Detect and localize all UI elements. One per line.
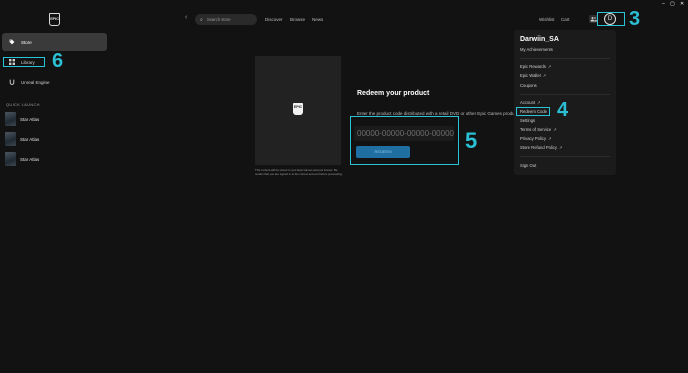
- art-caption: This content will be stored in your Epic…: [255, 168, 343, 176]
- terms-label: Terms of Service: [520, 127, 552, 132]
- search-icon: ⌕: [200, 16, 203, 23]
- maximize-icon[interactable]: ▢: [670, 1, 675, 7]
- tag-icon: [9, 39, 15, 45]
- quick-launch-label: Star Atlas: [20, 136, 40, 142]
- sign-out-link[interactable]: Sign Out: [520, 163, 536, 168]
- product-art: [255, 56, 341, 165]
- unreal-engine-icon: [9, 79, 15, 85]
- cart-link[interactable]: Cart: [561, 17, 570, 22]
- external-link-icon: ↗: [542, 73, 547, 78]
- annotation-4: 4: [557, 99, 569, 121]
- redeem-button[interactable]: REDEEM: [356, 146, 410, 158]
- game-thumbnail: [5, 152, 16, 166]
- sidebar-item-store[interactable]: Store: [2, 33, 107, 51]
- back-arrow-icon[interactable]: ‹: [185, 14, 187, 21]
- external-link-icon: ↗: [553, 127, 557, 132]
- quick-launch-item[interactable]: Star Atlas: [5, 112, 105, 126]
- annotation-6: 6: [52, 50, 64, 72]
- external-link-icon: ↗: [547, 64, 552, 69]
- annotation-5: 5: [465, 128, 478, 153]
- refund-label: Store Refund Policy: [520, 145, 558, 150]
- quick-launch-label: Star Atlas: [20, 156, 40, 162]
- quick-launch-title: QUICK LAUNCH: [6, 102, 40, 107]
- nav-discover-link[interactable]: Discover: [265, 17, 283, 22]
- annotation-3: 3: [629, 8, 641, 30]
- external-link-icon: ↗: [537, 100, 541, 105]
- epic-rewards-label: Epic Rewards: [520, 64, 546, 69]
- quick-launch-item[interactable]: Star Atlas: [5, 132, 105, 146]
- privacy-policy-link[interactable]: Privacy Policy ↗: [520, 136, 551, 141]
- wishlist-link[interactable]: Wishlist: [539, 17, 555, 22]
- divider: [520, 156, 610, 157]
- epic-games-logo[interactable]: [49, 13, 60, 26]
- sidebar-item-label: Unreal Engine: [21, 79, 50, 85]
- redeem-code-input[interactable]: 00000-00000-00000-00000: [354, 126, 454, 141]
- divider: [520, 58, 610, 59]
- avatar[interactable]: D: [604, 13, 616, 25]
- epic-games-logo: [293, 103, 303, 115]
- external-link-icon: ↗: [548, 136, 552, 141]
- search-input[interactable]: ⌕ Search store: [195, 14, 257, 25]
- account-label: Account: [520, 100, 536, 105]
- nav-news-link[interactable]: News: [312, 17, 323, 22]
- store-refund-policy-link[interactable]: Store Refund Policy ↗: [520, 145, 562, 150]
- epic-wallet-label: Epic Wallet: [520, 73, 541, 78]
- coupons-link[interactable]: Coupons: [520, 83, 537, 88]
- minimize-icon[interactable]: –: [662, 1, 665, 7]
- external-link-icon: ↗: [559, 145, 563, 150]
- nav-browse-link[interactable]: Browse: [290, 17, 305, 22]
- sidebar-item-label: Store: [21, 39, 32, 45]
- account-link[interactable]: Account ↗: [520, 100, 541, 105]
- my-achievements-link[interactable]: My Achievements: [520, 47, 553, 52]
- epic-wallet-link[interactable]: Epic Wallet ↗: [520, 73, 546, 78]
- username: Darwiin_SA: [520, 36, 559, 43]
- quick-launch-label: Star Atlas: [20, 116, 40, 122]
- sidebar: Store Library 6 Unreal Engine QUICK LAUN…: [0, 0, 110, 373]
- terms-of-service-link[interactable]: Terms of Service ↗: [520, 127, 557, 132]
- sidebar-item-unreal-engine[interactable]: Unreal Engine: [2, 73, 107, 91]
- game-thumbnail: [5, 112, 16, 126]
- game-thumbnail: [5, 132, 16, 146]
- divider: [520, 94, 610, 95]
- search-placeholder: Search store: [206, 17, 231, 22]
- settings-link[interactable]: Settings: [520, 118, 535, 123]
- privacy-label: Privacy Policy: [520, 136, 547, 141]
- page-title: Redeem your product: [357, 90, 430, 97]
- close-icon[interactable]: ✕: [680, 1, 684, 7]
- library-highlight-box: [3, 57, 45, 67]
- quick-launch-item[interactable]: Star Atlas: [5, 152, 105, 166]
- epic-rewards-link[interactable]: Epic Rewards ↗: [520, 64, 551, 69]
- redeem-code-highlight-box: [516, 107, 550, 116]
